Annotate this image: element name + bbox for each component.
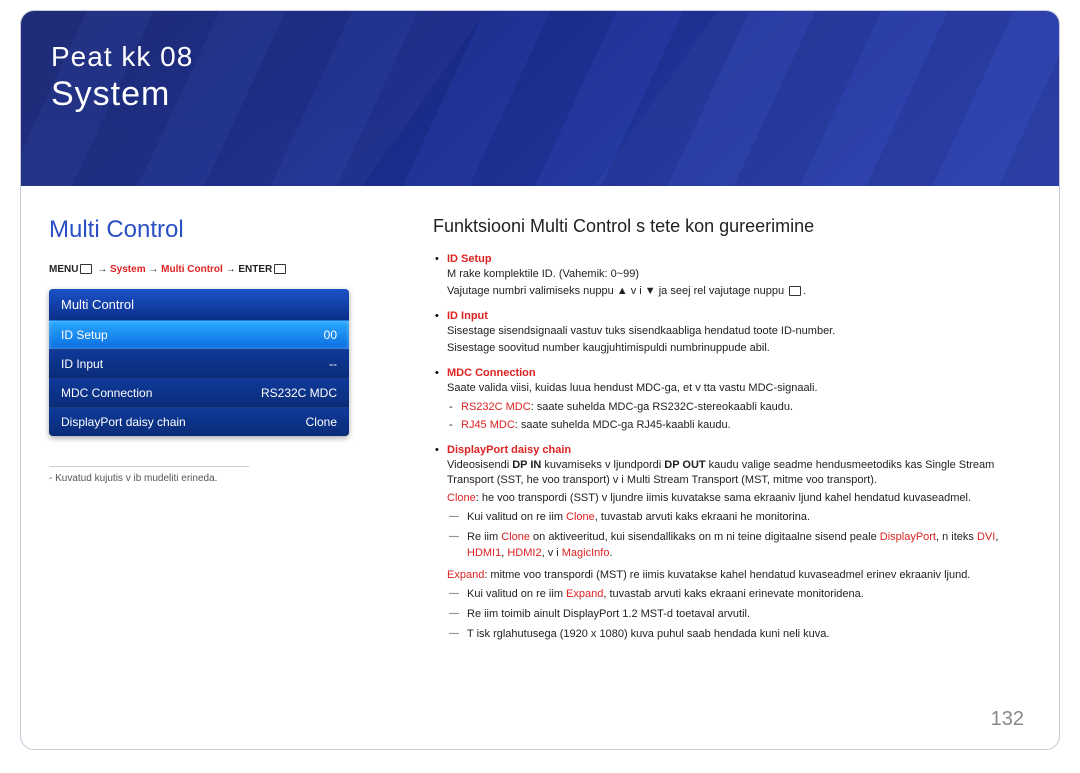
- osd-label: MDC Connection: [61, 386, 152, 400]
- text: Sisestage soovitud number kaugjuhtimispu…: [447, 341, 1031, 356]
- breadcrumb-multicontrol: Multi Control: [161, 264, 223, 275]
- osd-label: DisplayPort daisy chain: [61, 415, 186, 429]
- right-heading: Funktsiooni Multi Control s tete kon gur…: [433, 216, 1031, 237]
- label-idinput: ID Input: [447, 310, 488, 322]
- chapter-title: System: [51, 75, 1029, 114]
- label-dpchain: DisplayPort daisy chain: [447, 444, 571, 456]
- breadcrumb-system: System: [110, 264, 146, 275]
- osd-label: ID Input: [61, 357, 103, 371]
- text: Videosisendi DP IN kuvamiseks v ljundpor…: [447, 458, 1031, 489]
- text: M rake komplektile ID. (Vahemik: 0~99): [447, 267, 1031, 282]
- sub-rj45: RJ45 MDC: saate suhelda MDC-ga RJ45-kaab…: [447, 418, 1031, 433]
- item-idinput: ID Input Sisestage sisendsignaali vastuv…: [433, 310, 1031, 357]
- enter-icon: [787, 285, 803, 297]
- page-number: 132: [991, 708, 1024, 731]
- dash: Kui valitud on re iim Clone, tuvastab ar…: [447, 510, 1031, 526]
- section-title: Multi Control: [49, 216, 409, 244]
- footnote-text: - Kuvatud kujutis v ib mudeliti erineda.: [49, 473, 409, 484]
- manual-page: Peat kk 08 System Multi Control MENU → S…: [20, 10, 1060, 750]
- osd-value: 00: [324, 328, 337, 342]
- item-idsetup: ID Setup M rake komplektile ID. (Vahemik…: [433, 253, 1031, 300]
- dash: Kui valitud on re iim Expand, tuvastab a…: [447, 587, 1031, 603]
- osd-label: ID Setup: [61, 328, 108, 342]
- enter-icon: [272, 264, 288, 275]
- label-idsetup: ID Setup: [447, 253, 492, 265]
- dash: Re iim toimib ainult DisplayPort 1.2 MST…: [447, 607, 1031, 623]
- text: Vajutage numbri valimiseks nuppu ▲ v i ▼…: [447, 284, 1031, 299]
- osd-header: Multi Control: [49, 289, 349, 320]
- osd-row-mdc[interactable]: MDC Connection RS232C MDC: [49, 378, 349, 407]
- breadcrumb-enter: ENTER: [238, 264, 272, 275]
- description-list: ID Setup M rake komplektile ID. (Vahemik…: [433, 253, 1031, 643]
- text: Expand: mitme voo transpordi (MST) re ii…: [447, 568, 1031, 583]
- right-column: Funktsiooni Multi Control s tete kon gur…: [409, 216, 1031, 653]
- osd-panel: Multi Control ID Setup 00 ID Input -- MD…: [49, 289, 349, 436]
- osd-value: Clone: [306, 415, 337, 429]
- menu-path-breadcrumb: MENU → System → Multi Control → ENTER: [49, 264, 409, 275]
- osd-row-idsetup[interactable]: ID Setup 00: [49, 320, 349, 349]
- item-mdc: MDC Connection Saate valida viisi, kuida…: [433, 367, 1031, 434]
- chapter-hero: Peat kk 08 System: [21, 11, 1059, 186]
- dash: Re iim Clone on aktiveeritud, kui sisend…: [447, 530, 1031, 562]
- osd-row-idinput[interactable]: ID Input --: [49, 349, 349, 378]
- breadcrumb-menu: MENU: [49, 264, 78, 275]
- label-mdc: MDC Connection: [447, 367, 536, 379]
- text: Clone: he voo transpordi (SST) v ljundre…: [447, 491, 1031, 506]
- content-columns: Multi Control MENU → System → Multi Cont…: [21, 186, 1059, 663]
- dash: T isk rglahutusega (1920 x 1080) kuva pu…: [447, 627, 1031, 643]
- footnote-divider: [49, 466, 249, 467]
- osd-row-dpchain[interactable]: DisplayPort daisy chain Clone: [49, 407, 349, 436]
- menu-icon: [78, 264, 94, 275]
- left-column: Multi Control MENU → System → Multi Cont…: [49, 216, 409, 653]
- osd-value: RS232C MDC: [261, 386, 337, 400]
- sub-rs232c: RS232C MDC: saate suhelda MDC-ga RS232C-…: [447, 400, 1031, 415]
- text: Saate valida viisi, kuidas luua hendust …: [447, 381, 1031, 396]
- chapter-label: Peat kk 08: [51, 41, 1029, 73]
- osd-value: --: [329, 357, 337, 371]
- item-dpchain: DisplayPort daisy chain Videosisendi DP …: [433, 444, 1031, 643]
- text: Sisestage sisendsignaali vastuv tuks sis…: [447, 324, 1031, 339]
